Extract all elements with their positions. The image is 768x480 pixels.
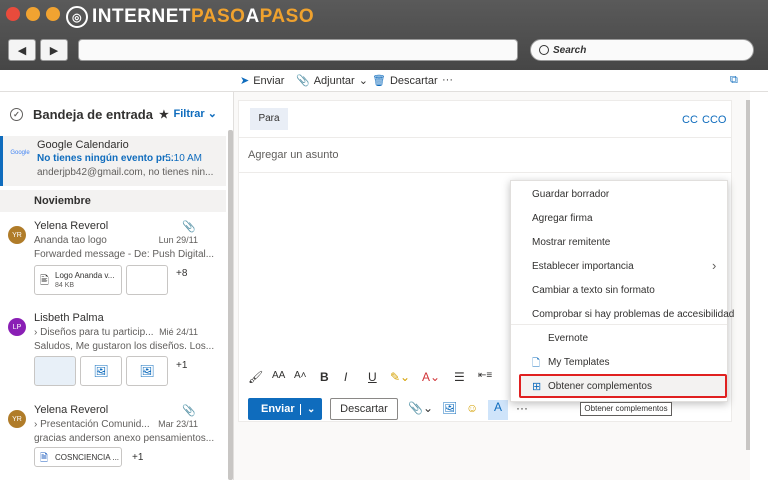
grow-font-icon[interactable]: A˄ xyxy=(294,370,307,381)
discard-button[interactable]: Descartar xyxy=(330,398,398,420)
search-icon xyxy=(539,45,549,55)
forward-button[interactable]: ▶ xyxy=(40,39,68,61)
maximize-window-button[interactable] xyxy=(46,7,60,21)
paperclip-icon: 📎 xyxy=(296,75,310,87)
close-window-button[interactable] xyxy=(6,7,20,21)
send-icon: ➤ xyxy=(240,75,250,87)
select-all-icon[interactable]: ✓ xyxy=(10,107,23,121)
menu-item-add-signature[interactable]: Agregar firma xyxy=(532,213,593,224)
add-ins-icon: ⊞ xyxy=(532,381,542,393)
popout-icon[interactable]: ⧉ xyxy=(730,74,738,87)
font-color-icon[interactable]: A⌄ xyxy=(422,370,440,384)
emoji-icon[interactable]: ☺ xyxy=(466,401,478,415)
more-attachments[interactable]: +1 xyxy=(132,452,143,463)
image-thumbnail[interactable] xyxy=(34,356,76,386)
divider xyxy=(238,137,732,138)
back-arrow-icon: ◀ xyxy=(17,44,27,57)
filter-button[interactable]: Filtrar ⌄ xyxy=(174,107,217,120)
more-attachments[interactable]: +1 xyxy=(176,360,187,371)
list-item[interactable]: Google Google Calendario No tienes ningú… xyxy=(0,136,226,186)
address-bar[interactable] xyxy=(78,39,518,61)
browser-chrome: ◎ INTERNET PASO A PASO ◀ ▶ Search xyxy=(0,0,768,70)
menu-item-set-importance[interactable]: Establecer importancia xyxy=(532,261,634,272)
bcc-button[interactable]: CCO xyxy=(702,114,726,126)
chevron-down-icon[interactable]: ⌄ xyxy=(300,403,315,415)
to-button[interactable]: Para xyxy=(250,108,288,130)
menu-item-save-draft[interactable]: Guardar borrador xyxy=(532,189,609,200)
paperclip-icon: 📎 xyxy=(182,405,196,417)
inbox-title: Bandeja de entrada xyxy=(33,106,153,122)
tooltip: Obtener complementos xyxy=(580,402,672,416)
italic-icon[interactable]: I xyxy=(344,370,347,384)
paperclip-icon: 📎 xyxy=(182,221,196,233)
cc-button[interactable]: CC xyxy=(682,114,698,126)
image-icon: 🖼 xyxy=(139,364,155,378)
image-file-icon: 🖹 xyxy=(40,275,49,287)
star-icon[interactable]: ★ xyxy=(159,108,169,121)
inbox-header: ✓ Bandeja de entrada ★ Filtrar ⌄ xyxy=(0,92,233,136)
compose-scrollbar[interactable] xyxy=(746,100,750,450)
toolbar-attach-button[interactable]: 📎 Adjuntar ⌄ xyxy=(296,74,368,88)
divider xyxy=(238,172,732,173)
back-button[interactable]: ◀ xyxy=(8,39,36,61)
insert-image-icon[interactable]: 🖼 xyxy=(442,401,457,415)
avatar: LP xyxy=(8,318,26,336)
toolbar-discard-button[interactable]: 🗑 Descartar xyxy=(372,74,438,88)
more-options-button[interactable]: ··· xyxy=(516,401,528,415)
list-item[interactable]: YR Yelena Reverol 📎 › Presentación Comuni… xyxy=(0,404,226,480)
format-painter-icon[interactable]: 🖌 xyxy=(248,370,263,384)
chevron-down-icon: ⌄ xyxy=(358,75,368,87)
trash-icon: 🗑 xyxy=(372,75,386,87)
subject-input[interactable]: Agregar un asunto xyxy=(248,149,339,161)
indent-icon[interactable]: ⇤≡ xyxy=(478,370,492,381)
bold-icon[interactable]: B xyxy=(320,370,329,384)
image-thumbnail[interactable]: 🖼 xyxy=(126,356,168,386)
menu-item-my-templates[interactable]: My Templates xyxy=(548,357,610,368)
underline-icon[interactable]: U xyxy=(368,370,377,384)
editor-icon[interactable]: A xyxy=(488,400,508,420)
word-file-icon: 🗎 xyxy=(40,453,49,464)
toolbar-more-button[interactable]: ··· xyxy=(442,74,453,86)
menu-item-plain-text[interactable]: Cambiar a texto sin formato xyxy=(532,285,655,296)
chevron-right-icon: › xyxy=(712,258,717,273)
menu-item-accessibility[interactable]: Comprobar si hay problemas de accesibili… xyxy=(532,309,734,320)
menu-item-show-from[interactable]: Mostrar remitente xyxy=(532,237,610,248)
send-button[interactable]: Enviar ⌄ xyxy=(248,398,322,420)
bullets-icon[interactable]: ☰ xyxy=(454,370,465,384)
font-size-icon[interactable]: AA xyxy=(272,370,285,381)
menu-item-get-add-ins[interactable]: Obtener complementos xyxy=(548,381,652,392)
templates-icon: 🗋 xyxy=(532,358,541,369)
menu-divider xyxy=(511,324,727,325)
attachment-card[interactable]: 🖹 Logo Ananda v... 84 KB xyxy=(34,265,122,295)
section-header: Noviembre xyxy=(0,190,226,212)
search-input[interactable]: Search xyxy=(530,39,754,61)
minimize-window-button[interactable] xyxy=(26,7,40,21)
menu-item-evernote[interactable]: Evernote xyxy=(548,333,588,344)
attachment-card[interactable] xyxy=(126,265,168,295)
avatar: YR xyxy=(8,410,26,428)
image-thumbnail[interactable]: 🖼 xyxy=(80,356,122,386)
avatar: YR xyxy=(8,226,26,244)
more-attachments[interactable]: +8 xyxy=(176,268,187,279)
paperclip-icon[interactable]: 📎⌄ xyxy=(408,401,433,415)
highlight-icon[interactable]: ✎⌄ xyxy=(390,370,410,384)
attachment-card[interactable]: 🗎 COSNCIENCIA ... xyxy=(34,447,122,467)
command-bar: ➤ Enviar 📎 Adjuntar ⌄ 🗑 Descartar ··· ⧉ xyxy=(0,70,768,92)
logo-icon: ◎ xyxy=(66,6,88,28)
right-panel xyxy=(750,92,768,480)
toolbar-send-button[interactable]: ➤ Enviar xyxy=(240,74,284,88)
site-logo: ◎ INTERNET PASO A PASO xyxy=(66,4,314,30)
avatar: Google xyxy=(10,150,30,156)
forward-arrow-icon: ▶ xyxy=(49,44,59,57)
image-icon: 🖼 xyxy=(93,364,109,378)
inbox-scrollbar[interactable] xyxy=(228,130,233,480)
